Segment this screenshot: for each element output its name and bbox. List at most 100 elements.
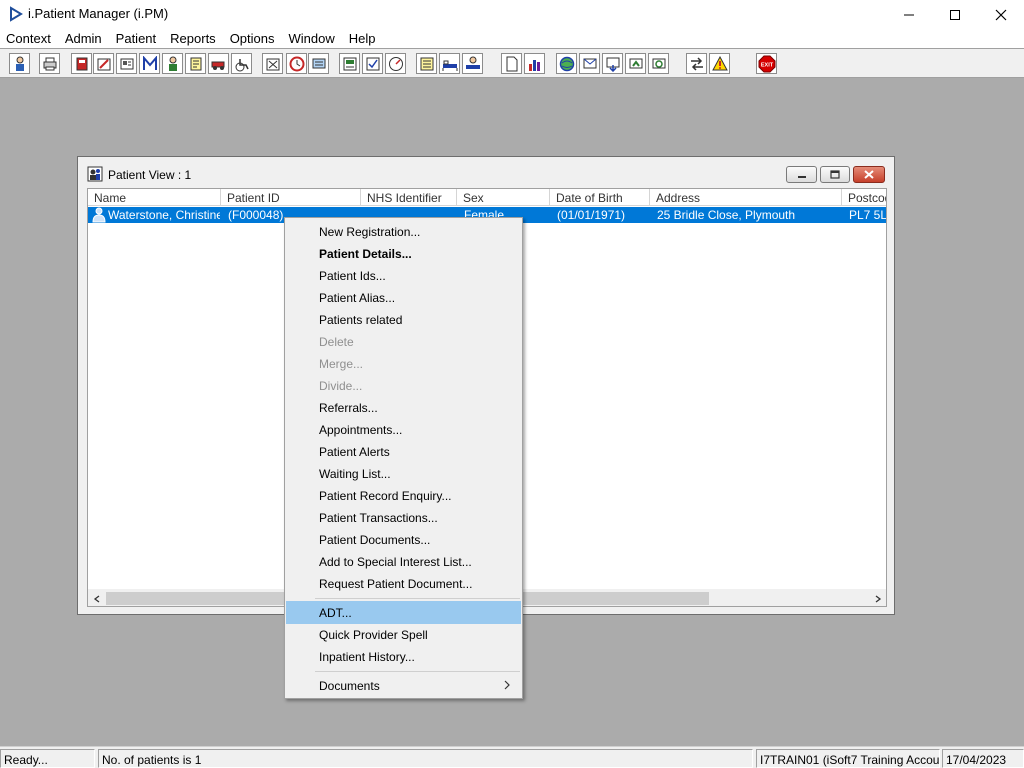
- chevron-right-icon: [875, 594, 881, 603]
- form-check-button[interactable]: [362, 53, 383, 74]
- menu-help[interactable]: Help: [342, 29, 383, 48]
- schedule-button[interactable]: [262, 53, 283, 74]
- patient-bed-icon: [465, 56, 480, 69]
- menu-item-patient-record-enquiry[interactable]: Patient Record Enquiry...: [287, 485, 520, 506]
- menu-item-appointments[interactable]: Appointments...: [287, 419, 520, 440]
- warning-button[interactable]: [709, 53, 730, 74]
- registration-button[interactable]: [93, 53, 114, 74]
- card-button[interactable]: [116, 53, 137, 74]
- column-header-patient-id[interactable]: Patient ID: [221, 189, 361, 206]
- menu-item-patient-alerts[interactable]: Patient Alerts: [287, 441, 520, 462]
- menu-item-waiting-list[interactable]: Waiting List...: [287, 463, 520, 484]
- column-header-name[interactable]: Name: [88, 189, 221, 206]
- menu-item-adt[interactable]: ADT...: [286, 601, 521, 624]
- menu-patient[interactable]: Patient: [109, 29, 163, 48]
- doctor-button[interactable]: [162, 53, 183, 74]
- globe-icon: [559, 56, 574, 71]
- m-button[interactable]: [139, 53, 160, 74]
- menu-item-patient-transactions[interactable]: Patient Transactions...: [287, 507, 520, 528]
- column-header-sex[interactable]: Sex: [457, 189, 550, 206]
- status-bar: Ready... No. of patients is 1 I7TRAIN01 …: [0, 746, 1024, 768]
- globe-button[interactable]: [556, 53, 577, 74]
- menu-item-inpatient-history[interactable]: Inpatient History...: [287, 646, 520, 667]
- letter-green-button[interactable]: [625, 53, 646, 74]
- note-button[interactable]: [185, 53, 206, 74]
- minimize-icon: [904, 14, 914, 15]
- child-minimize-button[interactable]: [786, 166, 817, 183]
- cell-postcode: PL7 5LF: [849, 208, 887, 222]
- menu-context[interactable]: Context: [0, 29, 58, 48]
- menu-item-patient-documents[interactable]: Patient Documents...: [287, 529, 520, 550]
- column-header-address[interactable]: Address: [650, 189, 842, 206]
- exit-button[interactable]: EXIT: [756, 53, 777, 74]
- menu-item-divide: Divide...: [319, 379, 363, 393]
- print-button[interactable]: [39, 53, 60, 74]
- document-button[interactable]: [501, 53, 522, 74]
- menu-item-patient-details[interactable]: Patient Details...: [287, 243, 520, 264]
- menu-reports[interactable]: Reports: [163, 29, 223, 48]
- notepad-button[interactable]: [416, 53, 437, 74]
- column-header-nhs-identifier[interactable]: NHS Identifier: [361, 189, 457, 206]
- menu-item-delete: Delete: [319, 335, 354, 349]
- bed-icon: [442, 60, 457, 71]
- transport-button[interactable]: [208, 53, 229, 74]
- clock-button[interactable]: [286, 53, 307, 74]
- menu-item-documents[interactable]: Documents: [287, 675, 520, 696]
- chevron-right-icon: [504, 680, 510, 690]
- status-account: I7TRAIN01 (iSoft7 Training Account): [756, 749, 940, 768]
- minimize-button[interactable]: [886, 0, 932, 29]
- chart-button[interactable]: [524, 53, 545, 74]
- menu-item-merge: Merge...: [319, 357, 364, 371]
- menu-item-patients-related[interactable]: Patients related: [287, 309, 520, 330]
- menu-bar: Context Admin Patient Reports Options Wi…: [0, 29, 1024, 48]
- child-close-button[interactable]: [853, 166, 885, 183]
- note-icon: [190, 57, 201, 70]
- screen-button[interactable]: [308, 53, 329, 74]
- letter-refresh-icon: [652, 58, 665, 68]
- cell-date-of-birth: (01/01/1971): [557, 208, 626, 222]
- patient-view-icon: [87, 166, 103, 182]
- swap-button[interactable]: [686, 53, 707, 74]
- menu-item-quick-provider-spell[interactable]: Quick Provider Spell: [287, 624, 520, 645]
- close-button[interactable]: [978, 0, 1024, 29]
- status-date: 17/04/2023: [942, 749, 1024, 768]
- form-button[interactable]: [339, 53, 360, 74]
- app-logo-icon: [10, 6, 23, 22]
- menu-item-patient-alias[interactable]: Patient Alias...: [287, 287, 520, 308]
- patient-search-icon: [15, 56, 24, 71]
- registration-icon: [97, 58, 110, 70]
- letter-button[interactable]: [579, 53, 600, 74]
- menu-admin[interactable]: Admin: [58, 29, 109, 48]
- column-header-postcode[interactable]: Postcode: [842, 189, 886, 206]
- maximize-button[interactable]: [932, 0, 978, 29]
- letter-down-button[interactable]: [602, 53, 623, 74]
- letter-down-icon: [606, 57, 619, 72]
- scroll-right-button[interactable]: [869, 590, 886, 606]
- gauge-button[interactable]: [385, 53, 406, 74]
- wheelchair-button[interactable]: [231, 53, 252, 74]
- menu-window[interactable]: Window: [282, 29, 342, 48]
- menu-item-new-registration[interactable]: New Registration...: [287, 221, 520, 242]
- column-header-date-of-birth[interactable]: Date of Birth: [550, 189, 650, 206]
- patient-search-button[interactable]: [9, 53, 30, 74]
- menu-item-documents-label: Documents: [319, 679, 380, 693]
- child-restore-button[interactable]: [820, 166, 850, 183]
- menu-item-referrals[interactable]: Referrals...: [287, 397, 520, 418]
- scroll-left-button[interactable]: [88, 590, 105, 606]
- maximize-icon: [950, 9, 960, 20]
- menu-item-patient-ids[interactable]: Patient Ids...: [287, 265, 520, 286]
- wheelchair-icon: [235, 58, 249, 71]
- exit-icon: EXIT: [758, 55, 775, 72]
- book-button[interactable]: [71, 53, 92, 74]
- patient-view-title-bar[interactable]: Patient View : 1: [78, 157, 894, 189]
- app-title: i.Patient Manager (i.PM): [28, 6, 169, 21]
- bar-chart-icon: [528, 59, 540, 71]
- bed-button[interactable]: [439, 53, 460, 74]
- menu-options[interactable]: Options: [223, 29, 282, 48]
- letter-refresh-button[interactable]: [648, 53, 669, 74]
- warning-icon: [711, 55, 728, 70]
- menu-item-request-patient-document[interactable]: Request Patient Document...: [287, 573, 520, 594]
- patient-bed-button[interactable]: [462, 53, 483, 74]
- menu-item-add-to-special-interest-list[interactable]: Add to Special Interest List...: [287, 551, 520, 572]
- m-icon: [142, 55, 157, 70]
